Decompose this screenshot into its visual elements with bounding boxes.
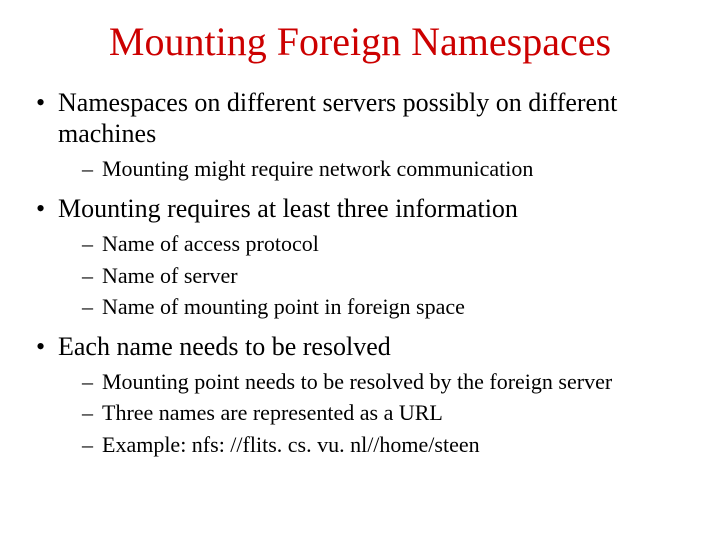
bullet-item: Namespaces on different servers possibly…	[36, 87, 690, 183]
slide: Mounting Foreign Namespaces Namespaces o…	[0, 0, 720, 540]
bullet-text: Mounting requires at least three informa…	[58, 194, 518, 223]
sub-bullet-item: Mounting point needs to be resolved by t…	[82, 368, 690, 396]
sub-bullet-item: Mounting might require network communica…	[82, 155, 690, 183]
sub-bullet-text: Name of mounting point in foreign space	[102, 294, 465, 319]
bullet-text: Each name needs to be resolved	[58, 332, 391, 361]
sub-bullet-item: Name of access protocol	[82, 230, 690, 258]
bullet-list: Namespaces on different servers possibly…	[30, 87, 690, 458]
sub-bullet-item: Example: nfs: //flits. cs. vu. nl//home/…	[82, 431, 690, 459]
bullet-item: Each name needs to be resolved Mounting …	[36, 331, 690, 459]
sub-bullet-text: Name of server	[102, 263, 238, 288]
sub-bullet-text: Mounting point needs to be resolved by t…	[102, 369, 612, 394]
sub-bullet-item: Three names are represented as a URL	[82, 399, 690, 427]
sub-bullet-text: Example: nfs: //flits. cs. vu. nl//home/…	[102, 432, 480, 457]
sub-bullet-item: Name of mounting point in foreign space	[82, 293, 690, 321]
sub-bullet-text: Three names are represented as a URL	[102, 400, 443, 425]
sub-bullet-item: Name of server	[82, 262, 690, 290]
sub-bullet-text: Name of access protocol	[102, 231, 319, 256]
sub-bullet-list: Mounting might require network communica…	[58, 155, 690, 183]
sub-bullet-text: Mounting might require network communica…	[102, 156, 533, 181]
bullet-item: Mounting requires at least three informa…	[36, 193, 690, 321]
slide-title: Mounting Foreign Namespaces	[30, 18, 690, 65]
sub-bullet-list: Name of access protocol Name of server N…	[58, 230, 690, 321]
sub-bullet-list: Mounting point needs to be resolved by t…	[58, 368, 690, 459]
bullet-text: Namespaces on different servers possibly…	[58, 88, 617, 148]
